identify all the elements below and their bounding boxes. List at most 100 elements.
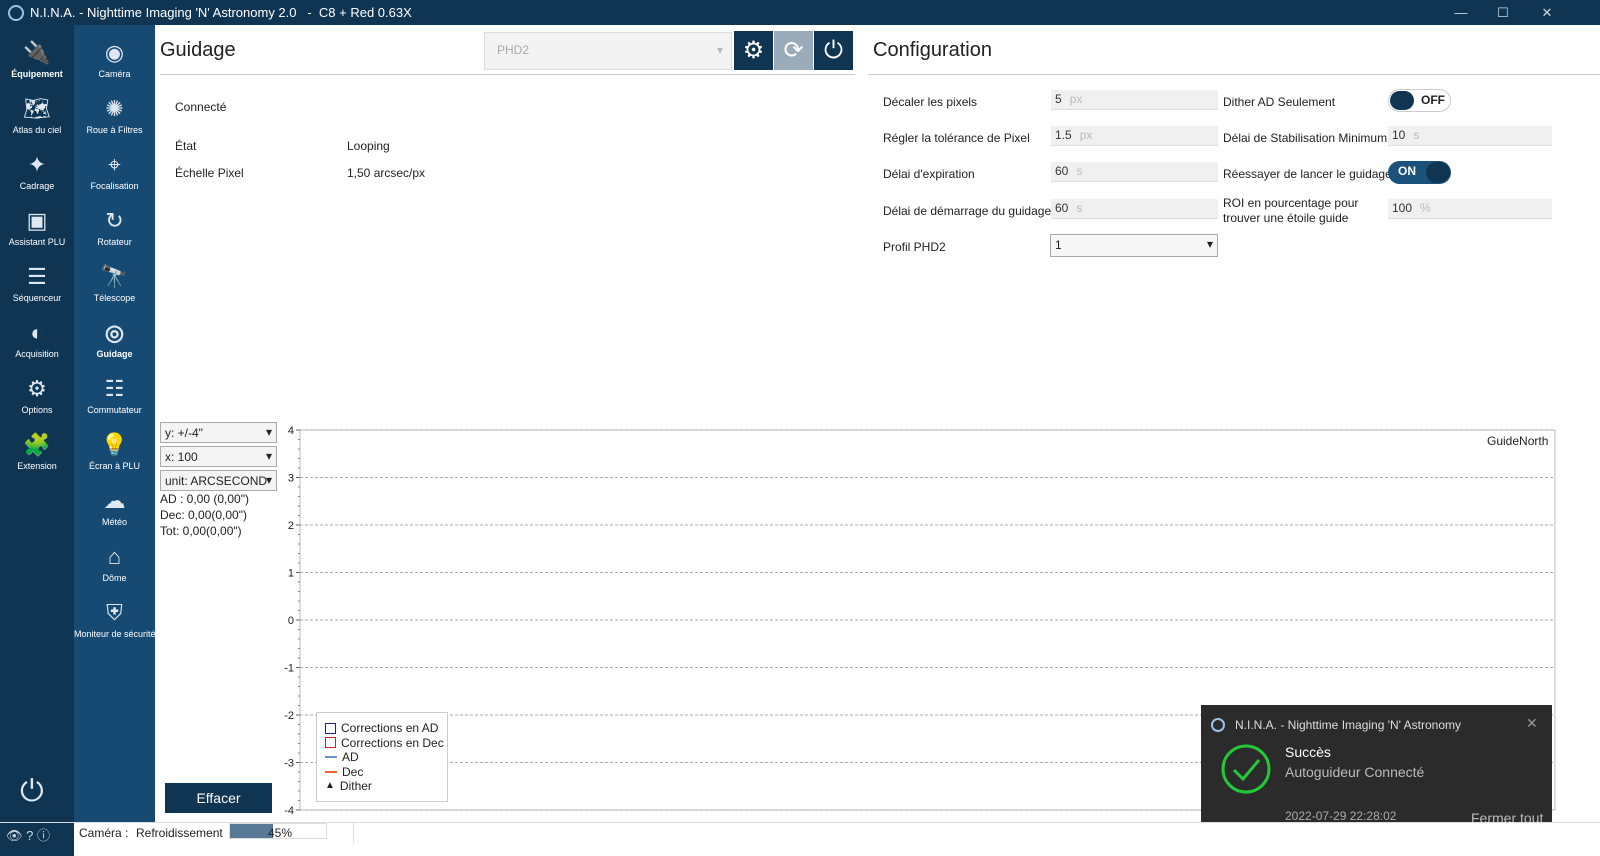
x-scale-select[interactable]: x: 100 [160, 446, 277, 467]
guider-select-value: PHD2 [497, 43, 530, 57]
settings-button[interactable]: ⚙ [734, 31, 773, 70]
toast-title: Succès [1285, 744, 1331, 760]
plugin-icon: 🧩 [23, 432, 51, 457]
retry-label: Réessayer de lancer le guidage [1223, 167, 1392, 181]
subnav-icon: ◉ [104, 40, 125, 65]
subnav-item-9[interactable]: ⌂ Dôme [74, 535, 155, 591]
subnav-item-2[interactable]: ⌖ Focalisation [74, 143, 155, 199]
clear-button[interactable]: Effacer [165, 783, 272, 813]
subnav-item-4[interactable]: 🔭 Télescope [74, 255, 155, 311]
connection-status: Connecté [175, 100, 227, 114]
subnav-item-0[interactable]: ◉ Caméra [74, 31, 155, 87]
subnav-item-label: Roue à Filtres [86, 125, 143, 135]
sidebar-item-options[interactable]: ⚙ Options [0, 367, 74, 423]
toast-close-icon[interactable]: ✕ [1526, 715, 1538, 732]
subnav-item-label: Télescope [93, 293, 136, 303]
state-label: État [175, 139, 197, 153]
y-tick-label: 2 [288, 520, 294, 532]
subnav-item-8[interactable]: ☁ Météo [74, 479, 155, 535]
roi-label: ROI en pourcentage pour trouver une étoi… [1223, 196, 1359, 225]
sidebar-item-framing[interactable]: ✦ Cadrage [0, 143, 74, 199]
subnav-icon: ⌂ [107, 544, 122, 569]
framing-icon: ✦ [27, 152, 47, 177]
guider-select[interactable]: PHD2 ▾ [484, 32, 732, 70]
flat-wizard-icon: ▣ [26, 208, 48, 233]
sidebar-item-sky-atlas[interactable]: 🗺 Atlas du ciel [0, 87, 74, 143]
refresh-icon: ⟳ [783, 37, 804, 64]
subnav-icon: ⌖ [108, 152, 121, 177]
sidebar-item-sequencer[interactable]: ☰ Séquenceur [0, 255, 74, 311]
options-icon: ⚙ [27, 376, 47, 401]
total-rms: Tot: 0,00(0,00") [160, 524, 242, 538]
y-scale-select[interactable]: y: +/-4" [160, 422, 277, 443]
subnav-item-3[interactable]: ↻ Rotateur [74, 199, 155, 255]
profile-select[interactable]: 1 [1050, 234, 1218, 257]
y-tick-label: 3 [288, 473, 294, 485]
subnav-item-7[interactable]: 💡 Écran à PLU [74, 423, 155, 479]
subnav-icon: ✺ [105, 96, 124, 121]
subnav-item-label: Dôme [102, 573, 127, 583]
y-tick-label: -3 [284, 758, 294, 770]
legend-dec-corrections: Corrections en Dec [325, 736, 447, 751]
title-bar: N.I.N.A. - Nighttime Imaging 'N' Astrono… [0, 0, 1600, 25]
connect-button[interactable]: ⏻ [814, 31, 853, 70]
y-tick-label: 1 [288, 568, 294, 580]
subnav-item-10[interactable]: ⛨ Moniteur de sécurité [74, 591, 156, 647]
subnav-item-1[interactable]: ✺ Roue à Filtres [74, 87, 155, 143]
pixel-scale-value: 1,50 arcsec/px [347, 166, 426, 180]
y-tick-label: -2 [284, 710, 294, 722]
subnav-item-6[interactable]: ☷ Commutateur [74, 367, 155, 423]
roi-input[interactable]: 100% [1388, 199, 1552, 219]
close-button[interactable]: ✕ [1530, 0, 1564, 25]
profile-label: Profil PHD2 [883, 240, 946, 254]
subnav-icon: ☁ [103, 488, 126, 513]
pixel-scale-label: Échelle Pixel [175, 166, 244, 180]
power-icon: ⏻ [824, 37, 843, 64]
maximize-button[interactable]: ☐ [1486, 0, 1520, 25]
sidebar-item-label: Assistant PLU [8, 237, 66, 247]
status-device: Caméra : [79, 826, 129, 840]
page-title: Guidage [160, 39, 236, 61]
unit-select[interactable]: unit: ARCSECOND [160, 470, 277, 491]
sidebar-item-label: Cadrage [19, 181, 55, 191]
legend-dec: Dec [325, 765, 447, 780]
status-bar: 👁 ? ⓘ Caméra : Refroidissement 45% [0, 822, 1600, 856]
dither-pixels-label: Décaler les pixels [883, 95, 978, 109]
main-sidebar: 🔌 Équipement 🗺 Atlas du ciel ✦ Cadrage ▣ Assist… [0, 25, 74, 822]
sequencer-icon: ☰ [27, 264, 47, 289]
cooling-progress: 45% [229, 823, 327, 840]
dither-pixels-input[interactable]: 5 px [1051, 90, 1218, 110]
sidebar-item-label: Extension [17, 461, 57, 471]
minimize-button[interactable]: — [1444, 0, 1478, 25]
subnav-icon: ☷ [104, 376, 125, 401]
help-icon[interactable]: ? [26, 828, 33, 843]
sidebar-item-equipment[interactable]: 🔌 Équipement [0, 31, 74, 87]
eye-icon[interactable]: 👁 [6, 828, 23, 843]
subnav-icon: 🔭 [100, 264, 129, 289]
subnav-item-5[interactable]: ◎ Guidage [74, 311, 155, 367]
sidebar-item-plugin[interactable]: 🧩 Extension [0, 423, 74, 479]
retry-toggle[interactable]: ON [1388, 161, 1451, 184]
timeout-input[interactable]: 60 s [1051, 162, 1218, 182]
dither-ra-toggle[interactable]: OFF [1388, 89, 1451, 112]
triangle-icon: ▲ [325, 780, 335, 792]
gears-icon: ⚙ [742, 37, 765, 64]
y-tick-label: -1 [284, 663, 294, 675]
sidebar-item-flat-wizard[interactable]: ▣ Assistant PLU [0, 199, 74, 255]
settle-tolerance-input[interactable]: 1.5 px [1051, 126, 1218, 146]
subnav-item-label: Moniteur de sécurité [74, 629, 156, 639]
toast-app: N.I.N.A. - Nighttime Imaging 'N' Astrono… [1235, 718, 1461, 732]
app-logo-icon [1211, 718, 1225, 732]
info-icon[interactable]: ⓘ [37, 828, 50, 843]
sidebar-item-imaging[interactable]: ◐ Acquisition [0, 311, 74, 367]
subnav-item-label: Écran à PLU [88, 461, 141, 471]
start-delay-input[interactable]: 60 s [1051, 199, 1218, 219]
shutdown-button[interactable]: ⏻ [20, 775, 44, 809]
sidebar-item-label: Options [21, 405, 53, 415]
refresh-button[interactable]: ⟳ [774, 31, 813, 70]
equipment-icon: 🔌 [23, 40, 51, 65]
sidebar-item-label: Atlas du ciel [12, 125, 62, 135]
min-settle-input[interactable]: 10 s [1388, 126, 1552, 146]
imaging-icon: ◐ [30, 320, 44, 345]
config-title: Configuration [873, 39, 992, 61]
